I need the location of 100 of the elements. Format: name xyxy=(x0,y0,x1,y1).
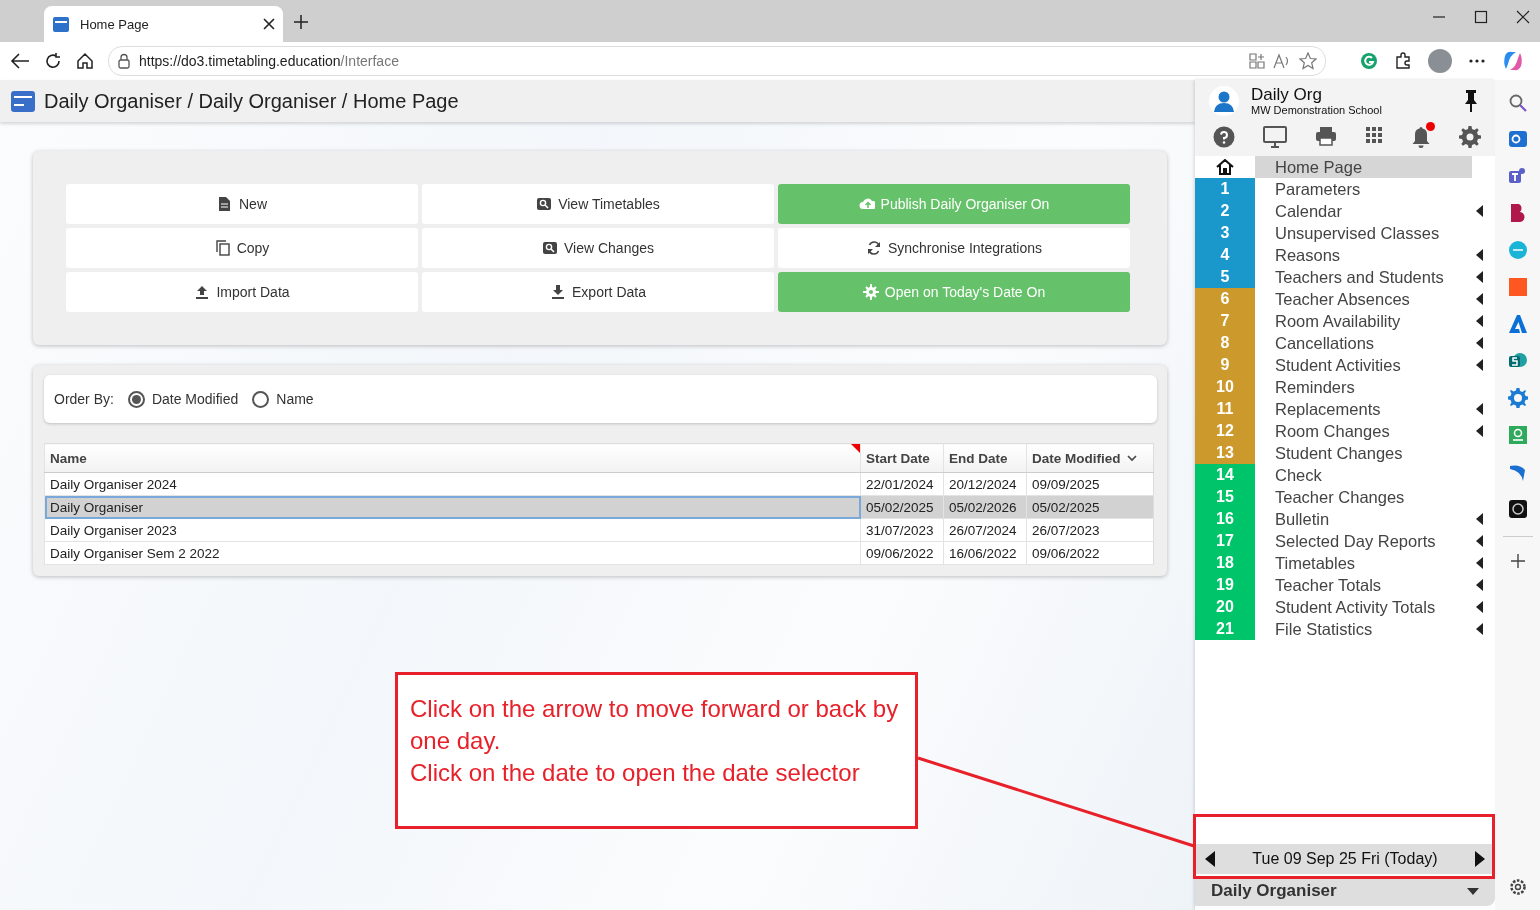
menu-item[interactable]: 10 Reminders xyxy=(1195,376,1495,398)
menu-item[interactable]: 7 Room Availability xyxy=(1195,310,1495,332)
sync-icon xyxy=(865,240,882,256)
menu-item[interactable]: 19 Teacher Totals xyxy=(1195,574,1495,596)
table-cell[interactable]: Daily Organiser xyxy=(44,495,861,519)
pin-icon[interactable] xyxy=(1463,89,1479,113)
menu-number: 10 xyxy=(1195,376,1255,398)
menu-number: 12 xyxy=(1195,420,1255,442)
menu-number: 4 xyxy=(1195,244,1255,266)
settings-icon[interactable] xyxy=(1508,878,1527,896)
menu-number: 21 xyxy=(1195,618,1255,640)
search-icon xyxy=(542,240,558,256)
radio-option[interactable]: Name xyxy=(252,390,314,408)
menu-item[interactable]: 3 Unsupervised Classes xyxy=(1195,222,1495,244)
close-icon[interactable] xyxy=(263,18,275,30)
menu-item[interactable]: 15 Teacher Changes xyxy=(1195,486,1495,508)
menu-item[interactable]: 14 Check xyxy=(1195,464,1495,486)
table-cell[interactable]: Daily Organiser Sem 2 2022 xyxy=(44,541,861,565)
menu-item[interactable]: 5 Teachers and Students xyxy=(1195,266,1495,288)
menu-number: 2 xyxy=(1195,200,1255,222)
grammarly-icon[interactable] xyxy=(1360,52,1378,70)
browser-tab[interactable]: Home Page xyxy=(44,6,283,42)
column-header[interactable]: End Date xyxy=(943,443,1027,473)
order-by-label: Order By: xyxy=(54,391,114,407)
maximize-icon[interactable] xyxy=(1474,10,1488,24)
school-name: MW Demonstration School xyxy=(1251,104,1383,116)
menu-item[interactable]: 6 Teacher Absences xyxy=(1195,288,1495,310)
monitor-icon[interactable] xyxy=(1263,126,1287,148)
menu-item[interactable]: 4 Reasons xyxy=(1195,244,1495,266)
menu-number: 16 xyxy=(1195,508,1255,530)
star-icon[interactable] xyxy=(1299,52,1317,70)
search-icon xyxy=(536,196,553,212)
copilot-icon[interactable] xyxy=(1502,50,1524,72)
settings-icon[interactable] xyxy=(1459,126,1481,148)
home-icon xyxy=(1216,159,1234,175)
column-header[interactable]: Start Date xyxy=(860,443,944,473)
action-button[interactable]: Import Data xyxy=(66,272,418,312)
reload-icon[interactable] xyxy=(44,52,62,70)
file-icon xyxy=(217,196,233,212)
menu-item[interactable]: 8 Cancellations xyxy=(1195,332,1495,354)
menu-number: 9 xyxy=(1195,354,1255,376)
table-cell: 09/06/2022 xyxy=(1026,541,1154,565)
home-icon[interactable] xyxy=(76,52,94,70)
menu-item[interactable]: 21 File Statistics xyxy=(1195,618,1495,640)
menu-item[interactable]: 20 Student Activity Totals xyxy=(1195,596,1495,618)
menu-number: 20 xyxy=(1195,596,1255,618)
table-cell[interactable]: Daily Organiser 2024 xyxy=(44,472,861,496)
radio-option[interactable]: Date Modified xyxy=(127,390,239,408)
grid-icon[interactable] xyxy=(1365,126,1383,144)
address-field[interactable]: https://do3.timetabling.education/Interface xyxy=(108,46,1326,76)
read-aloud-icon[interactable] xyxy=(1273,53,1291,69)
menu-item[interactable]: 12 Room Changes xyxy=(1195,420,1495,442)
caret-left-icon[interactable] xyxy=(1205,851,1215,867)
plus-icon[interactable] xyxy=(293,14,309,30)
upload-icon xyxy=(194,284,211,300)
menu-number: 14 xyxy=(1195,464,1255,486)
table-cell: 09/06/2022 xyxy=(860,541,944,565)
action-button[interactable]: Synchronise Integrations xyxy=(778,228,1130,268)
menu-number: 7 xyxy=(1195,310,1255,332)
action-button[interactable]: New xyxy=(66,184,418,224)
menu-number: 11 xyxy=(1195,398,1255,420)
table-cell: 22/01/2024 xyxy=(860,472,944,496)
action-button[interactable]: Copy xyxy=(66,228,418,268)
menu-item[interactable]: 18 Timetables xyxy=(1195,552,1495,574)
menu-number: 8 xyxy=(1195,332,1255,354)
plus-icon[interactable] xyxy=(1510,554,1525,568)
menu-item[interactable]: 2 Calendar xyxy=(1195,200,1495,222)
menu-item[interactable]: 13 Student Changes xyxy=(1195,442,1495,464)
cloud-upload-icon xyxy=(858,196,875,212)
table-cell: 09/09/2025 xyxy=(1026,472,1154,496)
menu-item[interactable]: 9 Student Activities xyxy=(1195,354,1495,376)
avatar[interactable] xyxy=(1428,49,1452,73)
menu-number: 5 xyxy=(1195,266,1255,288)
more-icon[interactable] xyxy=(1468,58,1486,64)
printer-icon[interactable] xyxy=(1315,126,1337,146)
help-icon[interactable] xyxy=(1213,126,1235,148)
puzzle-icon[interactable] xyxy=(1394,52,1412,70)
action-button[interactable]: Export Data xyxy=(422,272,774,312)
grid-plus-icon[interactable] xyxy=(1249,53,1265,69)
date-button[interactable]: Tue 09 Sep 25 Fri (Today) xyxy=(1246,849,1444,869)
app-icon[interactable] xyxy=(1507,499,1528,519)
column-header[interactable]: Date Modified xyxy=(1026,443,1154,473)
callout-text: Click on the date to open the date selector xyxy=(410,758,861,788)
menu-number: 17 xyxy=(1195,530,1255,552)
back-icon[interactable] xyxy=(10,52,30,70)
url-text: https://do3.timetabling.education/Interface xyxy=(139,53,399,69)
table-cell: 20/12/2024 xyxy=(943,472,1027,496)
table-cell[interactable]: Daily Organiser 2023 xyxy=(44,518,861,542)
menu-item[interactable]: 17 Selected Day Reports xyxy=(1195,530,1495,552)
caret-right-icon[interactable] xyxy=(1475,851,1485,867)
menu-number: 18 xyxy=(1195,552,1255,574)
search-icon[interactable] xyxy=(1508,94,1527,112)
column-header[interactable]: Name xyxy=(44,443,861,473)
menu-item[interactable]: 16 Bulletin xyxy=(1195,508,1495,530)
menu-item[interactable]: 11 Replacements xyxy=(1195,398,1495,420)
menu-item[interactable]: 1 Parameters xyxy=(1195,178,1495,200)
action-button[interactable]: View Timetables xyxy=(422,184,774,224)
bell-icon[interactable] xyxy=(1411,126,1431,148)
close-icon[interactable] xyxy=(1516,10,1530,24)
action-button[interactable]: View Changes xyxy=(422,228,774,268)
